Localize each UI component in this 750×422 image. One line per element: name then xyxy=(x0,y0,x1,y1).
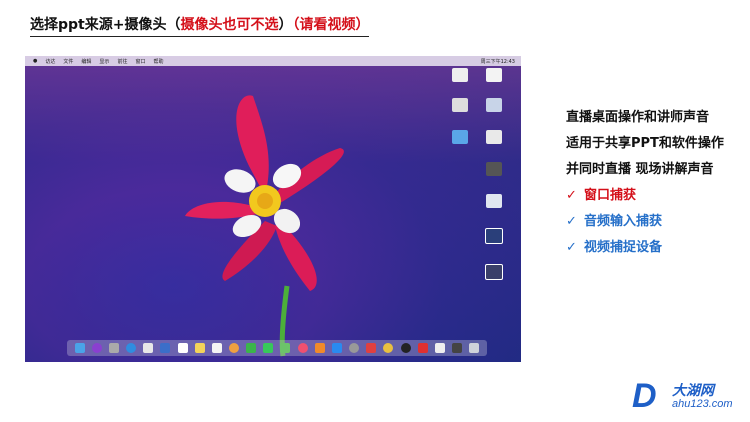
menu-item[interactable]: 窗口 xyxy=(135,58,145,65)
appstore-icon[interactable] xyxy=(331,343,342,353)
menu-item[interactable]: 访达 xyxy=(45,58,55,65)
window-icon[interactable] xyxy=(434,343,445,353)
app-icon[interactable] xyxy=(160,343,171,353)
obs-icon[interactable] xyxy=(400,343,411,353)
books-icon[interactable] xyxy=(314,343,325,353)
screenshot-icon[interactable] xyxy=(479,228,509,244)
page-title: 选择ppt来源+摄像头（摄像头也可不选）（请看视频） xyxy=(30,14,370,37)
pdf-icon[interactable] xyxy=(479,130,509,144)
feature-item-window-capture: ✓ 窗口捕获 xyxy=(566,188,637,203)
app-icon[interactable] xyxy=(417,343,428,353)
apple-icon: ● xyxy=(33,58,38,64)
menu-item[interactable]: 显示 xyxy=(99,58,109,65)
folder-icon[interactable] xyxy=(445,130,475,144)
menu-item[interactable]: 编辑 xyxy=(81,58,91,65)
feature-item: 直播桌面操作和讲师声音 xyxy=(566,110,710,125)
safari-icon[interactable] xyxy=(126,343,137,353)
app-icon[interactable] xyxy=(366,343,377,353)
finder-icon[interactable] xyxy=(74,343,85,353)
feature-item-audio-capture: ✓ 音频输入捕获 xyxy=(566,214,663,229)
watermark-logo: D 大湖网 ahu123.com xyxy=(632,376,744,416)
reminders-icon[interactable] xyxy=(211,343,222,353)
file-icon[interactable] xyxy=(479,68,509,82)
settings-icon[interactable] xyxy=(349,343,360,353)
file-icon[interactable] xyxy=(445,68,475,82)
logo-name: 大湖网 xyxy=(672,383,714,399)
maps-icon[interactable] xyxy=(280,343,291,353)
photo-icon[interactable] xyxy=(479,162,509,176)
logo-letter: D xyxy=(632,377,657,415)
mac-dock xyxy=(67,340,487,356)
menu-item[interactable]: 帮助 xyxy=(153,58,163,65)
calendar-icon[interactable] xyxy=(177,343,188,353)
menu-item[interactable]: 前往 xyxy=(117,58,127,65)
notes-icon[interactable] xyxy=(194,343,205,353)
desktop-screenshot: ● 访达 文件 编辑 显示 前往 窗口 帮助 周三下午12:43 xyxy=(25,56,521,362)
check-icon: ✓ xyxy=(566,188,577,203)
app-icon[interactable] xyxy=(143,343,154,353)
messages-icon[interactable] xyxy=(263,343,274,353)
launchpad-icon[interactable] xyxy=(108,343,119,353)
feature-list: 直播桌面操作和讲师声音 适用于共享PPT和软件操作 并同时直播 现场讲解声音 ✓… xyxy=(566,106,724,262)
siri-icon[interactable] xyxy=(91,343,102,353)
chrome-icon[interactable] xyxy=(383,343,394,353)
photos-icon[interactable] xyxy=(228,343,239,353)
title-hint: （请看视频） xyxy=(292,17,370,33)
feature-item-video-capture: ✓ 视频捕捉设备 xyxy=(566,240,663,255)
mac-menubar: ● 访达 文件 编辑 显示 前往 窗口 帮助 周三下午12:43 xyxy=(25,56,521,66)
screenshot-icon[interactable] xyxy=(479,98,509,112)
facetime-icon[interactable] xyxy=(246,343,257,353)
screenshot-icon[interactable] xyxy=(479,264,509,280)
check-icon: ✓ xyxy=(566,240,577,255)
check-icon: ✓ xyxy=(566,214,577,229)
feature-item: 适用于共享PPT和软件操作 xyxy=(566,136,724,151)
music-icon[interactable] xyxy=(297,343,308,353)
window-icon[interactable] xyxy=(452,343,463,353)
download-icon[interactable] xyxy=(479,194,509,208)
title-red-text: 摄像头也可不选 xyxy=(180,17,279,33)
trash-icon[interactable] xyxy=(469,343,480,353)
menubar-clock: 周三下午12:43 xyxy=(480,58,515,65)
logo-url: ahu123.com xyxy=(672,398,733,410)
file-icon[interactable] xyxy=(445,98,475,112)
feature-item: 并同时直播 现场讲解声音 xyxy=(566,162,714,177)
menu-item[interactable]: 文件 xyxy=(63,58,73,65)
